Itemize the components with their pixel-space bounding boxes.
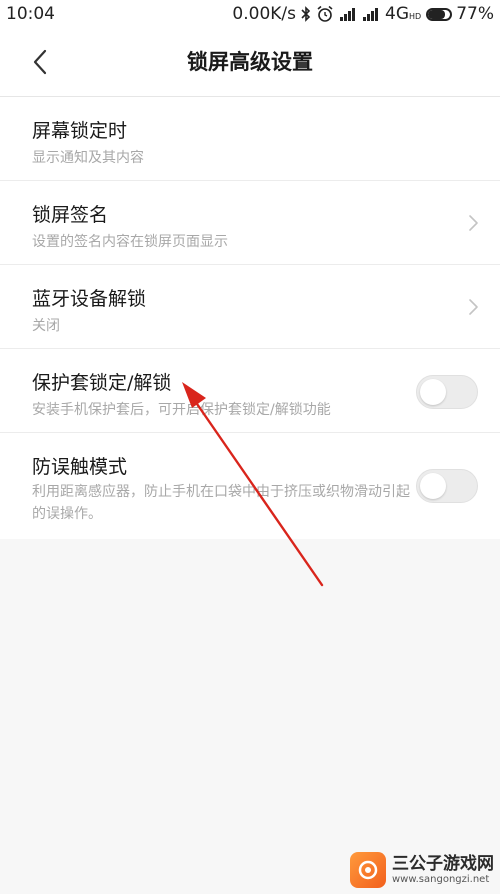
setting-description: 安装手机保护套后，可开启保护套锁定/解锁功能 xyxy=(32,402,331,418)
watermark: 三公子游戏网 www.sangongzi.net xyxy=(350,852,494,888)
watermark-name: 三公子游戏网 xyxy=(392,854,494,875)
watermark-text: 三公子游戏网 www.sangongzi.net xyxy=(392,855,494,885)
setting-accidental-touch-mode[interactable]: 防误触模式 利用距离感应器，防止手机在口袋中由于挤压或织物滑动引起的误操作。 xyxy=(0,433,500,539)
bluetooth-icon xyxy=(301,6,311,22)
toggle-knob xyxy=(420,379,446,405)
toggle-knob xyxy=(420,473,446,499)
signal-icon xyxy=(362,7,380,21)
watermark-logo-icon xyxy=(350,852,386,888)
setting-description: 关闭 xyxy=(32,318,60,334)
setting-title: 锁屏签名 xyxy=(32,204,109,226)
setting-lock-signature[interactable]: 锁屏签名 设置的签名内容在锁屏页面显示 xyxy=(0,181,500,265)
setting-title: 保护套锁定/解锁 xyxy=(32,372,172,394)
setting-title: 屏幕锁定时 xyxy=(32,120,128,142)
chevron-right-icon xyxy=(469,215,478,231)
setting-description: 利用距离感应器，防止手机在口袋中由于挤压或织物滑动引起的误操作。 xyxy=(32,484,410,522)
header: 锁屏高级设置 xyxy=(0,28,500,96)
network-speed: 0.00K/s xyxy=(232,4,297,24)
status-bar: 10:04 0.00K/s 4GHD 77% xyxy=(0,0,500,28)
setting-bluetooth-unlock[interactable]: 蓝牙设备解锁 关闭 xyxy=(0,265,500,349)
setting-cover-lock[interactable]: 保护套锁定/解锁 安装手机保护套后，可开启保护套锁定/解锁功能 xyxy=(0,349,500,433)
battery-icon xyxy=(426,7,453,21)
network-type: 4GHD xyxy=(385,4,422,24)
setting-title: 蓝牙设备解锁 xyxy=(32,288,147,310)
setting-title: 防误触模式 xyxy=(32,456,128,478)
network-type-suffix: HD xyxy=(409,12,422,21)
chevron-right-icon xyxy=(469,299,478,315)
battery-percent: 77% xyxy=(456,4,494,24)
status-icons: 0.00K/s 4GHD 77% xyxy=(232,4,494,24)
status-time: 10:04 xyxy=(6,4,55,24)
watermark-url: www.sangongzi.net xyxy=(392,873,490,885)
signal-icon xyxy=(339,7,357,21)
setting-description: 显示通知及其内容 xyxy=(32,150,144,166)
battery: 77% xyxy=(426,4,494,24)
setting-description: 设置的签名内容在锁屏页面显示 xyxy=(32,234,228,250)
settings-list: 屏幕锁定时 显示通知及其内容 锁屏签名 设置的签名内容在锁屏页面显示 蓝牙设备解… xyxy=(0,96,500,539)
cover-lock-toggle[interactable] xyxy=(416,375,478,409)
page-title: 锁屏高级设置 xyxy=(187,50,313,74)
alarm-icon xyxy=(316,5,334,23)
accidental-touch-toggle[interactable] xyxy=(416,469,478,503)
setting-screen-lock-time[interactable]: 屏幕锁定时 显示通知及其内容 xyxy=(0,97,500,181)
